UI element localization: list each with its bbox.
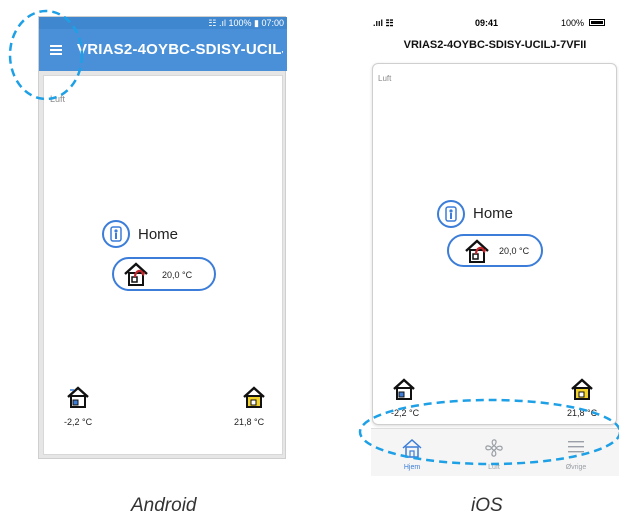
inside-temperature-pill[interactable]: 20,0 °C xyxy=(112,257,216,291)
tab-hjem-label: Hjem xyxy=(403,464,421,471)
outdoor-temperature-value: -2,2 °C xyxy=(391,408,420,418)
android-phone-screen: ☷ .ıl 100% ▮ 07:00 VRIAS2-4OYBC-SDISY-UC… xyxy=(38,16,287,459)
ios-device-title: VRIAS2-4OYBC-SDISY-UCILJ-7VFII xyxy=(403,39,587,51)
home-mode-label: Home xyxy=(138,226,179,243)
tab-luft-label: Luft xyxy=(488,464,500,471)
house-heating-icon xyxy=(463,238,491,269)
android-status-bar: ☷ .ıl 100% ▮ 07:00 xyxy=(39,17,287,29)
android-device-title: VRIAS2-4OYBC-SDISY-UCILJ-7... xyxy=(77,41,283,58)
person-home-icon[interactable] xyxy=(102,220,130,248)
inside-temperature-pill[interactable]: 20,0 °C xyxy=(447,234,543,267)
outdoor-temperature-value: -2,2 °C xyxy=(64,417,93,427)
ios-caption: iOS xyxy=(471,495,503,516)
ios-status-time: 09:41 xyxy=(475,18,499,28)
android-air-card: Luft Home 20,0 °C -2,2 °C 21,8 °C xyxy=(43,75,283,455)
hamburger-menu-icon[interactable] xyxy=(47,40,67,60)
fan-icon xyxy=(485,439,503,457)
house-outdoor-icon xyxy=(66,386,90,413)
battery-icon xyxy=(589,19,605,26)
house-supply-icon xyxy=(242,386,266,413)
ios-tab-bar: Hjem Luft Øvrige xyxy=(371,428,619,476)
tab-hjem[interactable]: Hjem xyxy=(371,429,453,476)
android-status-text: ☷ .ıl 100% ▮ 07:00 xyxy=(208,18,284,28)
menu-lines-icon xyxy=(568,441,584,453)
ios-battery-percent: 100% xyxy=(561,18,585,28)
ios-status-bar: .ııl ☷ 09:41 100% xyxy=(371,15,619,31)
tab-ovrige[interactable]: Øvrige xyxy=(535,429,617,476)
house-outdoor-icon xyxy=(392,378,416,405)
android-caption: Android xyxy=(131,495,197,516)
ios-air-card: Luft Home 20,0 °C -2,2 °C 21,8 °C xyxy=(372,63,617,425)
card-label-luft: Luft xyxy=(50,94,66,104)
ios-phone-screen: .ııl ☷ 09:41 100% VRIAS2-4OYBC-SDISY-UCI… xyxy=(371,15,619,476)
person-home-icon[interactable] xyxy=(437,200,465,228)
tab-luft[interactable]: Luft xyxy=(453,429,535,476)
tab-ovrige-label: Øvrige xyxy=(565,464,587,471)
supply-temperature-value: 21,8 °C xyxy=(567,408,598,418)
house-heating-icon xyxy=(122,261,150,292)
inside-temperature-value: 20,0 °C xyxy=(162,270,193,280)
android-app-bar: VRIAS2-4OYBC-SDISY-UCILJ-7... xyxy=(39,29,287,71)
home-mode-label: Home xyxy=(473,205,514,222)
house-supply-icon xyxy=(570,378,594,405)
card-label-luft: Luft xyxy=(378,74,392,83)
ios-signal-icon: .ııl ☷ xyxy=(373,18,394,28)
home-outline-icon xyxy=(402,438,422,458)
inside-temperature-value: 20,0 °C xyxy=(499,246,530,256)
supply-temperature-value: 21,8 °C xyxy=(234,417,265,427)
